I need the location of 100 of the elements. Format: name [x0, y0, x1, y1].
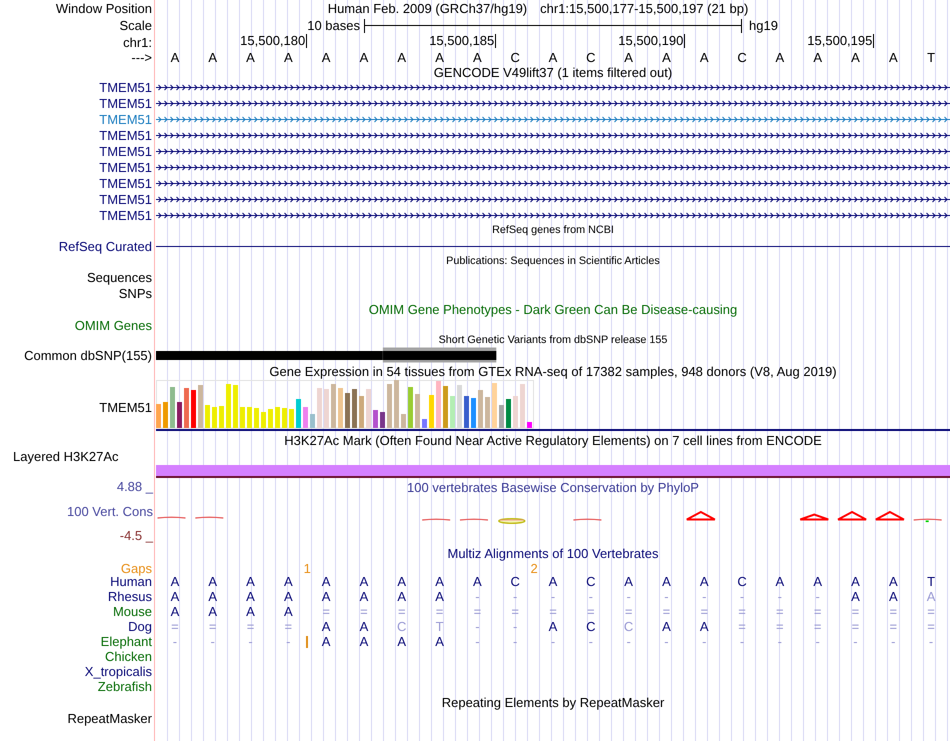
ruler-tick-label: 15,500,190	[618, 34, 686, 48]
expression-bar[interactable]	[254, 408, 259, 428]
species-label[interactable]: Human	[110, 574, 152, 589]
expression-bar[interactable]	[429, 395, 434, 428]
expression-bar[interactable]	[387, 384, 392, 428]
expression-bar[interactable]	[247, 407, 252, 428]
expression-bar[interactable]	[499, 405, 504, 428]
expression-bar[interactable]	[506, 399, 511, 428]
expression-bar[interactable]	[268, 409, 273, 428]
expression-bar[interactable]	[345, 393, 350, 428]
expression-bar[interactable]	[163, 402, 168, 428]
transcript-label[interactable]: TMEM51	[99, 160, 152, 174]
transcript-label[interactable]: TMEM51	[99, 144, 152, 158]
expression-bar[interactable]	[401, 414, 406, 428]
base-letter: =	[474, 604, 482, 618]
expression-bar[interactable]	[436, 381, 441, 428]
expression-bar[interactable]	[527, 422, 532, 428]
expression-bar[interactable]	[156, 404, 161, 428]
expression-bar[interactable]	[198, 385, 203, 428]
expression-bar[interactable]	[240, 407, 245, 428]
expression-bar[interactable]	[282, 408, 287, 428]
expression-bar[interactable]	[317, 388, 322, 428]
expression-bar[interactable]	[275, 407, 280, 428]
track-label[interactable]: 100 Vert. Cons	[67, 504, 153, 518]
track-label[interactable]: SNPs	[118, 286, 152, 300]
expression-bar[interactable]	[219, 406, 224, 428]
species-label[interactable]: Mouse	[112, 604, 152, 619]
expression-bar[interactable]	[380, 412, 385, 428]
species-label[interactable]: Dog	[128, 619, 152, 634]
expression-bar[interactable]	[226, 384, 231, 428]
expression-bar[interactable]	[471, 398, 476, 428]
transcript-line[interactable]	[156, 98, 950, 108]
expression-bar[interactable]	[394, 380, 399, 428]
track-label[interactable]: Window Position	[56, 1, 152, 16]
expression-bar[interactable]	[289, 409, 294, 428]
transcript-label[interactable]: TMEM51	[99, 96, 152, 110]
expression-bar[interactable]	[296, 399, 301, 428]
base-letter: A	[284, 604, 293, 618]
transcript-line[interactable]	[156, 178, 950, 188]
expression-bar[interactable]	[324, 389, 329, 428]
expression-bar[interactable]	[422, 419, 427, 428]
expression-bar[interactable]	[359, 396, 364, 428]
transcript-label[interactable]: TMEM51	[99, 80, 152, 94]
variant-bar[interactable]	[382, 348, 496, 362]
expression-bar[interactable]	[191, 390, 196, 428]
expression-bar[interactable]	[485, 397, 490, 428]
transcript-line[interactable]	[156, 146, 950, 156]
track-label[interactable]: OMIM Genes	[74, 318, 152, 332]
species-label[interactable]: Rhesus	[108, 589, 152, 604]
expression-bar[interactable]	[331, 384, 336, 428]
expression-bar[interactable]	[177, 402, 182, 428]
track-label[interactable]: Sequences	[86, 270, 152, 284]
conservation-mark	[686, 510, 716, 520]
transcript-label[interactable]: TMEM51	[99, 112, 152, 126]
expression-bar[interactable]	[310, 414, 315, 428]
transcript-line[interactable]	[156, 130, 950, 140]
expression-bar[interactable]	[520, 384, 525, 428]
track-label[interactable]: Scale	[119, 18, 152, 33]
species-label[interactable]: Zebrafish	[98, 679, 152, 694]
expression-bar[interactable]	[373, 410, 378, 428]
transcript-line[interactable]	[156, 194, 950, 204]
base-letter: A	[322, 634, 330, 648]
transcript-line[interactable]	[156, 162, 950, 172]
expression-bar[interactable]	[366, 389, 371, 428]
track-label[interactable]: Common dbSNP(155)	[24, 348, 152, 362]
expression-bar[interactable]	[233, 385, 238, 428]
species-label[interactable]: Elephant	[100, 634, 152, 649]
expression-bar[interactable]	[443, 386, 448, 428]
expression-bar[interactable]	[303, 407, 308, 428]
track-label[interactable]: RefSeq Curated	[58, 238, 152, 254]
track-label[interactable]: TMEM51	[99, 400, 152, 414]
signal-bar[interactable]	[156, 465, 950, 478]
expression-bar[interactable]	[261, 412, 266, 428]
expression-bar[interactable]	[513, 396, 518, 428]
species-label[interactable]: X_tropicalis	[84, 664, 152, 679]
species-label[interactable]: Chicken	[105, 649, 152, 664]
base-letter: A	[473, 574, 482, 588]
transcript-label[interactable]: TMEM51	[99, 128, 152, 142]
expression-bar[interactable]	[450, 396, 455, 428]
track-label[interactable]: Layered H3K27Ac	[13, 449, 119, 464]
expression-bar[interactable]	[478, 390, 483, 428]
transcript-label[interactable]: TMEM51	[99, 208, 152, 222]
expression-bar[interactable]	[184, 388, 189, 428]
transcript-label[interactable]: TMEM51	[99, 176, 152, 190]
expression-bar[interactable]	[338, 388, 343, 428]
expression-bar[interactable]	[212, 407, 217, 428]
expression-bar[interactable]	[492, 383, 497, 428]
track-label[interactable]: RepeatMasker	[67, 711, 152, 726]
expression-bar[interactable]	[464, 396, 469, 428]
transcript-line[interactable]	[156, 210, 950, 220]
expression-bar[interactable]	[408, 387, 413, 428]
expression-bar[interactable]	[170, 387, 175, 428]
transcript-line[interactable]	[156, 82, 950, 92]
transcript-label[interactable]: TMEM51	[99, 192, 152, 206]
track-label[interactable]: chr1:	[123, 34, 152, 50]
expression-bar[interactable]	[457, 385, 462, 428]
base-letter: A	[322, 590, 330, 604]
expression-bar[interactable]	[415, 394, 420, 428]
expression-bar[interactable]	[352, 389, 357, 428]
expression-bar[interactable]	[205, 405, 210, 428]
